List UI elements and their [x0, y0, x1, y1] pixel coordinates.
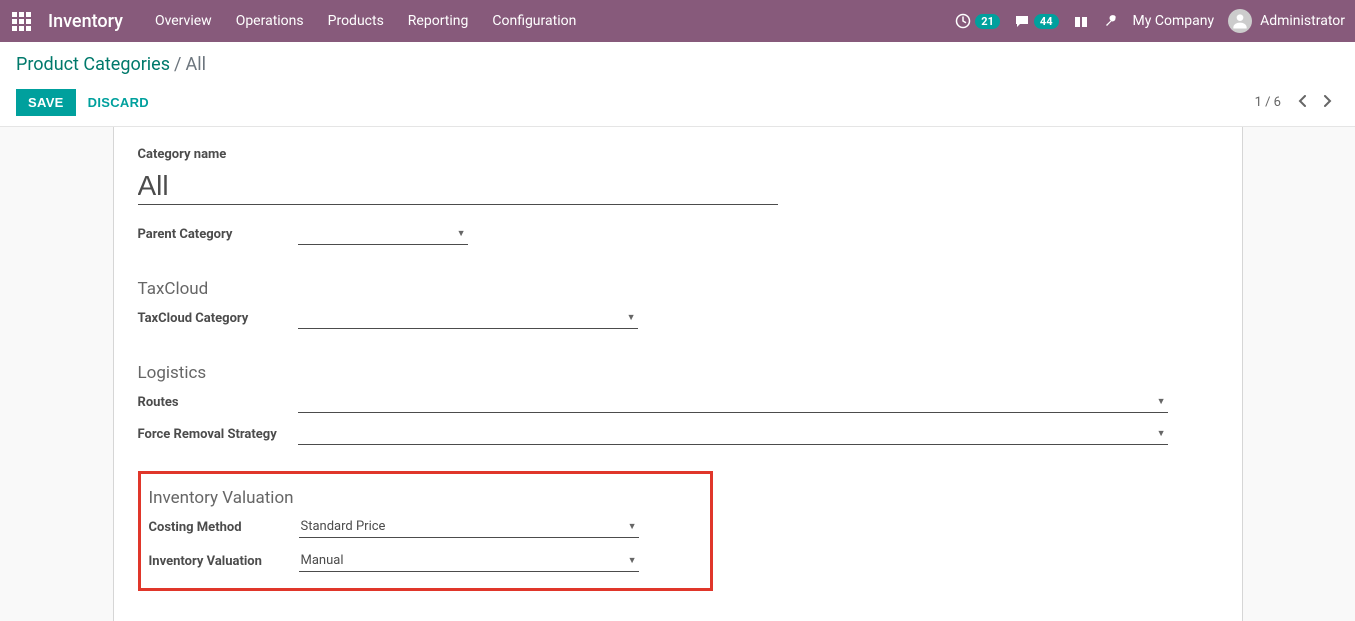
- taxcloud-category-label: TaxCloud Category: [138, 311, 298, 326]
- force-removal-label: Force Removal Strategy: [138, 427, 298, 442]
- avatar-icon: [1228, 9, 1252, 33]
- inventory-valuation-select[interactable]: Manual ▼: [299, 550, 639, 572]
- chevron-down-icon: ▼: [1157, 428, 1166, 439]
- costing-method-select[interactable]: Standard Price ▼: [299, 516, 639, 538]
- nav-operations[interactable]: Operations: [224, 0, 316, 42]
- main-area: Category name Parent Category ▼ TaxCloud…: [0, 127, 1355, 621]
- nav-menu: Overview Operations Products Reporting C…: [143, 0, 588, 42]
- user-name: Administrator: [1260, 13, 1345, 29]
- chevron-down-icon: ▼: [627, 312, 636, 323]
- inventory-valuation-value: Manual: [301, 553, 344, 568]
- app-title[interactable]: Inventory: [42, 11, 143, 32]
- control-panel: Product Categories/All SAVE DISCARD 1 / …: [0, 42, 1355, 127]
- costing-method-value: Standard Price: [301, 519, 386, 534]
- category-name-label: Category name: [138, 147, 1218, 162]
- breadcrumb-parent[interactable]: Product Categories: [16, 54, 170, 75]
- parent-category-select[interactable]: ▼: [298, 223, 468, 245]
- gift-icon[interactable]: [1073, 13, 1089, 29]
- form-sheet: Category name Parent Category ▼ TaxCloud…: [113, 127, 1243, 621]
- taxcloud-heading: TaxCloud: [138, 279, 1218, 299]
- inventory-valuation-heading: Inventory Valuation: [149, 488, 702, 508]
- breadcrumb-sep: /: [170, 54, 185, 75]
- costing-method-label: Costing Method: [149, 520, 299, 535]
- routes-select[interactable]: ▼: [298, 391, 1168, 413]
- force-removal-select[interactable]: ▼: [298, 423, 1168, 445]
- navbar: Inventory Overview Operations Products R…: [0, 0, 1355, 42]
- pager-value[interactable]: 1 / 6: [1255, 95, 1281, 110]
- tools-icon[interactable]: [1103, 13, 1119, 29]
- discuss-badge: 44: [1034, 14, 1059, 29]
- breadcrumb-current: All: [185, 54, 206, 75]
- discard-button[interactable]: DISCARD: [76, 89, 161, 116]
- save-button[interactable]: SAVE: [16, 89, 76, 116]
- taxcloud-category-select[interactable]: ▼: [298, 307, 638, 329]
- parent-category-label: Parent Category: [138, 227, 298, 242]
- systray: 21 44 My Company Administrator: [955, 9, 1355, 33]
- inventory-valuation-label: Inventory Valuation: [149, 554, 299, 569]
- chevron-down-icon: ▼: [628, 555, 637, 566]
- category-name-input[interactable]: [138, 168, 778, 205]
- activity-badge: 21: [975, 14, 1000, 29]
- nav-products[interactable]: Products: [316, 0, 396, 42]
- pager-next[interactable]: [1315, 91, 1339, 115]
- pager: 1 / 6: [1255, 91, 1339, 115]
- activity-icon[interactable]: 21: [955, 13, 1000, 29]
- nav-configuration[interactable]: Configuration: [480, 0, 588, 42]
- apps-launcher-icon[interactable]: [0, 12, 42, 31]
- logistics-heading: Logistics: [138, 363, 1218, 383]
- inventory-valuation-highlight: Inventory Valuation Costing Method Stand…: [138, 471, 713, 591]
- chevron-down-icon: ▼: [628, 521, 637, 532]
- company-switcher[interactable]: My Company: [1133, 13, 1215, 29]
- chevron-down-icon: ▼: [457, 228, 466, 239]
- nav-overview[interactable]: Overview: [143, 0, 224, 42]
- chevron-down-icon: ▼: [1157, 396, 1166, 407]
- pager-prev[interactable]: [1291, 91, 1315, 115]
- user-menu[interactable]: Administrator: [1228, 9, 1345, 33]
- discuss-icon[interactable]: 44: [1014, 13, 1059, 29]
- nav-reporting[interactable]: Reporting: [396, 0, 481, 42]
- routes-label: Routes: [138, 395, 298, 410]
- breadcrumb: Product Categories/All: [16, 54, 1339, 75]
